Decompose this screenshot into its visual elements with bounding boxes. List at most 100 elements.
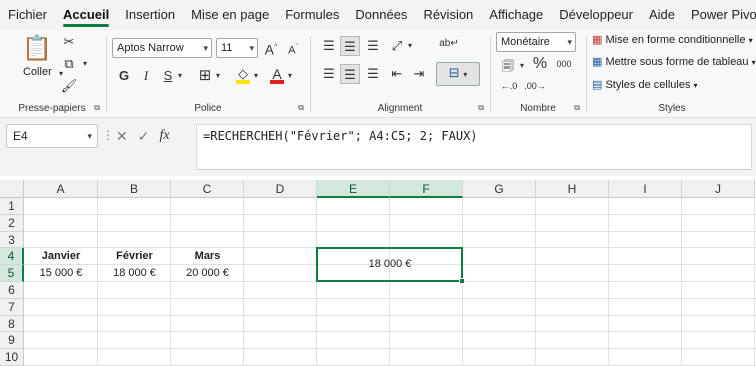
- number-format-select[interactable]: Monétaire ▾: [496, 32, 576, 52]
- row-header-9[interactable]: 9: [0, 332, 24, 350]
- underline-chevron-down-icon[interactable]: ▾: [176, 66, 184, 86]
- format-as-table-button[interactable]: ▦ Mettre sous forme de tableau ▾: [592, 55, 756, 68]
- row-header-8[interactable]: 8: [0, 315, 24, 333]
- borders-icon[interactable]: ⊞: [196, 66, 214, 86]
- column-header-e[interactable]: E: [317, 180, 390, 198]
- ribbon-divider: [490, 36, 491, 112]
- increase-indent-icon[interactable]: ⇥: [410, 64, 428, 84]
- enter-icon[interactable]: ✓: [138, 128, 150, 145]
- borders-chevron-down-icon[interactable]: ▾: [214, 66, 222, 86]
- tab-power-pivot[interactable]: Power Pivot: [683, 0, 756, 30]
- tab-affichage[interactable]: Affichage: [481, 0, 551, 30]
- column-header-d[interactable]: D: [244, 180, 317, 198]
- wrap-text-icon[interactable]: ab↵: [438, 34, 460, 54]
- fill-color-chevron-down-icon[interactable]: ▾: [252, 66, 260, 86]
- worksheet-grid[interactable]: A B C D E F G H I J 1 2 3 4 5 6 7 8 9 10 Janvier Février Mars 1…: [0, 180, 756, 366]
- decrease-indent-icon[interactable]: ⇤: [388, 64, 406, 84]
- cell-styles-button[interactable]: ▤ Styles de cellules ▾: [592, 78, 698, 91]
- italic-button[interactable]: I: [138, 66, 154, 86]
- cell-a4[interactable]: Janvier: [24, 248, 98, 265]
- merge-center-button[interactable]: ⊟ ▾: [436, 62, 480, 86]
- fill-color-swatch: [236, 80, 250, 84]
- cell-c4[interactable]: Mars: [171, 248, 244, 265]
- tab-aide[interactable]: Aide: [641, 0, 683, 30]
- tab-accueil[interactable]: Accueil: [55, 0, 117, 30]
- tab-fichier[interactable]: Fichier: [0, 0, 55, 30]
- bold-button[interactable]: G: [116, 66, 132, 86]
- fill-handle[interactable]: [459, 277, 465, 284]
- row-header-6[interactable]: 6: [0, 282, 24, 299]
- cell-a5[interactable]: 15 000 €: [24, 265, 98, 282]
- formula-input[interactable]: =RECHERCHEH("Février"; A4:C5; 2; FAUX): [196, 124, 752, 170]
- format-as-table-icon: ▦: [592, 56, 603, 68]
- column-header-f[interactable]: F: [390, 180, 463, 198]
- column-header-c[interactable]: C: [171, 180, 244, 198]
- accounting-chevron-down-icon[interactable]: ▾: [518, 56, 526, 76]
- font-color-button[interactable]: A: [268, 64, 286, 84]
- underline-button[interactable]: S: [160, 66, 176, 86]
- align-center-icon[interactable]: ☰: [340, 64, 360, 84]
- font-launcher-icon[interactable]: ⧉: [298, 103, 304, 113]
- grow-font-button[interactable]: A^: [262, 38, 280, 58]
- accounting-format-icon[interactable]: 🗐: [498, 56, 518, 76]
- cut-icon[interactable]: ✂: [60, 32, 78, 52]
- cell-b5[interactable]: 18 000 €: [98, 265, 171, 282]
- row-header-2[interactable]: 2: [0, 214, 24, 232]
- percent-button[interactable]: %: [530, 54, 550, 74]
- ribbon-divider: [310, 36, 311, 112]
- row-header-1[interactable]: 1: [0, 198, 24, 215]
- name-box[interactable]: E4 ▾: [6, 124, 98, 148]
- orientation-icon[interactable]: ⤢: [388, 36, 406, 56]
- tab-mise-en-page[interactable]: Mise en page: [183, 0, 277, 30]
- gridline-vertical: [754, 198, 755, 366]
- shrink-font-button[interactable]: Aˇ: [284, 38, 302, 58]
- tab-formules[interactable]: Formules: [277, 0, 347, 30]
- cell-styles-label: Styles de cellules: [605, 79, 691, 91]
- font-name-select[interactable]: Aptos Narrow ▾: [112, 38, 212, 58]
- fill-color-icon[interactable]: ◇: [234, 64, 252, 84]
- font-color-chevron-down-icon[interactable]: ▾: [286, 66, 294, 86]
- copy-chevron-down-icon[interactable]: ▾: [80, 54, 90, 74]
- decrease-decimal-icon[interactable]: .00→: [524, 76, 546, 96]
- row-header-7[interactable]: 7: [0, 298, 24, 316]
- merge-chevron-down-icon: ▾: [463, 70, 468, 79]
- copy-icon[interactable]: ⧉: [60, 54, 78, 74]
- column-header-h[interactable]: H: [536, 180, 609, 198]
- alignment-launcher-icon[interactable]: ⧉: [478, 103, 484, 113]
- align-middle-icon[interactable]: ☰: [340, 36, 360, 56]
- row-header-3[interactable]: 3: [0, 231, 24, 249]
- font-size-select[interactable]: 11 ▾: [216, 38, 258, 58]
- row-header-5[interactable]: 5: [0, 265, 24, 282]
- orientation-chevron-down-icon[interactable]: ▾: [406, 36, 414, 56]
- paste-button[interactable]: Coller: [23, 66, 52, 78]
- row-header-4[interactable]: 4: [0, 248, 24, 266]
- thousands-separator-button[interactable]: 000: [554, 54, 574, 74]
- formula-actions: ✕ ✓ fx: [110, 124, 194, 148]
- column-header-i[interactable]: I: [609, 180, 682, 198]
- cancel-icon[interactable]: ✕: [116, 128, 128, 145]
- tab-donnees[interactable]: Données: [347, 0, 415, 30]
- increase-decimal-icon[interactable]: ←.0: [498, 76, 520, 96]
- align-bottom-icon[interactable]: ☰: [364, 36, 382, 56]
- insert-function-button[interactable]: fx: [159, 128, 169, 144]
- cell-c5[interactable]: 20 000 €: [171, 265, 244, 282]
- align-left-icon[interactable]: ☰: [320, 64, 338, 84]
- align-top-icon[interactable]: ☰: [320, 36, 338, 56]
- align-right-icon[interactable]: ☰: [364, 64, 382, 84]
- tab-revision[interactable]: Révision: [415, 0, 481, 30]
- cell-b4[interactable]: Février: [98, 248, 171, 265]
- font-name-chevron-down-icon: ▾: [203, 43, 208, 53]
- column-header-b[interactable]: B: [98, 180, 171, 198]
- tab-insertion[interactable]: Insertion: [117, 0, 183, 30]
- number-launcher-icon[interactable]: ⧉: [574, 103, 580, 113]
- select-all-corner[interactable]: [0, 180, 24, 198]
- tab-developpeur[interactable]: Développeur: [551, 0, 641, 30]
- format-painter-icon[interactable]: 🖌: [60, 76, 78, 96]
- paste-icon[interactable]: 📋: [22, 34, 52, 64]
- row-header-10[interactable]: 10: [0, 349, 24, 366]
- conditional-formatting-button[interactable]: ▦ Mise en forme conditionnelle ▾: [592, 33, 753, 46]
- column-header-a[interactable]: A: [24, 180, 98, 198]
- clipboard-launcher-icon[interactable]: ⧉: [94, 103, 100, 113]
- column-header-g[interactable]: G: [463, 180, 536, 198]
- column-header-j[interactable]: J: [682, 180, 755, 198]
